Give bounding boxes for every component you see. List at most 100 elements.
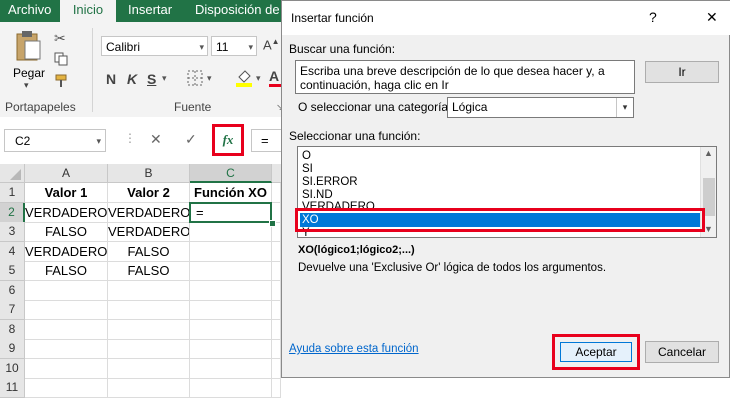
grid-cell[interactable]: VERDADERO bbox=[108, 222, 190, 242]
grid-cell[interactable] bbox=[190, 280, 272, 301]
increase-font-icon[interactable]: A▲ bbox=[263, 37, 280, 52]
row-header[interactable]: 1 bbox=[0, 183, 25, 203]
grid-cell[interactable]: VERDADERO bbox=[108, 202, 190, 223]
grid-cell[interactable] bbox=[272, 241, 281, 262]
grid-cell[interactable] bbox=[25, 378, 108, 398]
italic-button[interactable]: K bbox=[127, 71, 137, 87]
name-box-chevron-down-icon[interactable]: ▾ bbox=[96, 130, 101, 152]
column-header-d[interactable] bbox=[272, 164, 281, 183]
grid-cell[interactable] bbox=[272, 300, 281, 320]
paste-button-label[interactable]: Pegar bbox=[13, 66, 45, 80]
borders-chevron-down-icon[interactable]: ▾ bbox=[207, 73, 212, 84]
cut-icon[interactable]: ✂ bbox=[54, 30, 66, 47]
list-item[interactable]: O bbox=[302, 150, 311, 162]
select-all-corner[interactable] bbox=[0, 164, 25, 183]
grid-cell[interactable]: FALSO bbox=[108, 241, 190, 262]
grid-cell[interactable] bbox=[272, 339, 281, 359]
grid-cell[interactable] bbox=[272, 378, 281, 398]
grid-cell[interactable] bbox=[272, 358, 281, 379]
bold-button[interactable]: N bbox=[106, 71, 116, 87]
grid-cell[interactable] bbox=[190, 241, 272, 262]
row-header[interactable]: 7 bbox=[0, 300, 25, 320]
underline-chevron-down-icon[interactable]: ▾ bbox=[162, 73, 167, 84]
row-header[interactable]: 11 bbox=[0, 378, 25, 398]
tab-inicio[interactable]: Inicio bbox=[60, 0, 116, 22]
name-box[interactable]: C2 ▾ bbox=[4, 129, 106, 152]
grid-cell[interactable]: Valor 1 bbox=[25, 183, 108, 203]
row-header[interactable]: 6 bbox=[0, 280, 25, 301]
ok-button[interactable]: Aceptar bbox=[560, 342, 632, 362]
category-chevron-down-icon[interactable]: ▾ bbox=[616, 98, 633, 117]
borders-icon[interactable] bbox=[187, 70, 203, 89]
grid-cell[interactable] bbox=[108, 378, 190, 398]
row-header[interactable]: 5 bbox=[0, 261, 25, 281]
list-item[interactable]: SI.ND bbox=[302, 189, 333, 201]
column-header-c[interactable]: C bbox=[190, 164, 272, 183]
list-item[interactable]: SI bbox=[302, 163, 313, 175]
grid-cell[interactable] bbox=[190, 358, 272, 379]
grid-cell[interactable] bbox=[108, 339, 190, 359]
grid-cell[interactable] bbox=[108, 319, 190, 340]
fill-color-chevron-down-icon[interactable]: ▾ bbox=[256, 73, 261, 84]
grid-cell[interactable] bbox=[190, 261, 272, 281]
grid-cell[interactable] bbox=[108, 280, 190, 301]
grid-cell[interactable] bbox=[272, 280, 281, 301]
help-link[interactable]: Ayuda sobre esta función bbox=[289, 343, 419, 355]
tab-archivo[interactable]: Archivo bbox=[8, 0, 51, 22]
go-button[interactable]: Ir bbox=[645, 61, 719, 83]
row-header[interactable]: 3 bbox=[0, 222, 25, 242]
grid-cell[interactable] bbox=[272, 261, 281, 281]
grid-cell[interactable] bbox=[25, 358, 108, 379]
grid-cell[interactable] bbox=[190, 339, 272, 359]
grid-cell[interactable] bbox=[272, 183, 281, 203]
column-header-b[interactable]: B bbox=[108, 164, 190, 183]
insert-function-highlight[interactable]: fx bbox=[212, 124, 244, 156]
grid-cell[interactable] bbox=[190, 300, 272, 320]
tab-insertar[interactable]: Insertar bbox=[128, 0, 172, 22]
font-color-icon[interactable]: A bbox=[269, 68, 281, 87]
help-button[interactable]: ? bbox=[649, 9, 657, 25]
font-name-select[interactable]: Calibri ▾ bbox=[101, 36, 208, 56]
grid-cell[interactable]: VERDADERO bbox=[25, 202, 108, 223]
scroll-down-chevron-icon[interactable]: ▼ bbox=[704, 224, 713, 234]
grid-cell[interactable] bbox=[25, 280, 108, 301]
search-input[interactable]: Escriba una breve descripción de lo que … bbox=[295, 60, 635, 94]
font-name-chevron-down-icon[interactable]: ▾ bbox=[199, 37, 204, 57]
insert-function-icon[interactable]: fx bbox=[215, 127, 241, 153]
grid-cell[interactable]: VERDADERO bbox=[25, 241, 108, 262]
row-header[interactable]: 10 bbox=[0, 358, 25, 379]
font-size-chevron-down-icon[interactable]: ▾ bbox=[248, 37, 253, 57]
scroll-up-chevron-icon[interactable]: ▲ bbox=[704, 148, 713, 158]
grid-cell[interactable] bbox=[190, 378, 272, 398]
grid-cell[interactable]: FALSO bbox=[108, 261, 190, 281]
grid-cell[interactable] bbox=[108, 358, 190, 379]
confirm-formula-icon[interactable]: ✓ bbox=[185, 131, 197, 148]
paste-chevron-down-icon[interactable]: ▾ bbox=[24, 80, 29, 91]
grid-cell[interactable] bbox=[190, 319, 272, 340]
row-header[interactable]: 8 bbox=[0, 319, 25, 340]
grid-cell[interactable] bbox=[108, 300, 190, 320]
formula-input[interactable]: = bbox=[251, 129, 281, 152]
list-item[interactable]: SI.ERROR bbox=[302, 176, 358, 188]
tab-disposicion[interactable]: Disposición de p bbox=[195, 0, 290, 22]
row-header[interactable]: 4 bbox=[0, 241, 25, 262]
cancel-button[interactable]: Cancelar bbox=[645, 341, 719, 363]
grid-cell[interactable]: Función XO bbox=[190, 183, 272, 203]
row-header[interactable]: 2 bbox=[0, 202, 25, 223]
copy-icon[interactable] bbox=[54, 52, 68, 69]
cancel-formula-icon[interactable]: ✕ bbox=[150, 131, 162, 148]
underline-button[interactable]: S bbox=[147, 71, 156, 87]
grid-cell[interactable] bbox=[25, 339, 108, 359]
format-painter-icon[interactable] bbox=[54, 74, 68, 91]
row-header[interactable]: 9 bbox=[0, 339, 25, 359]
grid-cell[interactable] bbox=[190, 222, 272, 242]
fill-color-icon[interactable] bbox=[235, 68, 253, 91]
grid-cell[interactable] bbox=[25, 300, 108, 320]
close-button[interactable]: ✕ bbox=[706, 9, 718, 26]
grid-cell[interactable]: FALSO bbox=[25, 222, 108, 242]
grid-cell[interactable] bbox=[272, 319, 281, 340]
paste-icon[interactable] bbox=[14, 30, 42, 62]
grid-cell[interactable]: FALSO bbox=[25, 261, 108, 281]
column-header-a[interactable]: A bbox=[25, 164, 108, 183]
font-size-select[interactable]: 11 ▾ bbox=[211, 36, 257, 56]
